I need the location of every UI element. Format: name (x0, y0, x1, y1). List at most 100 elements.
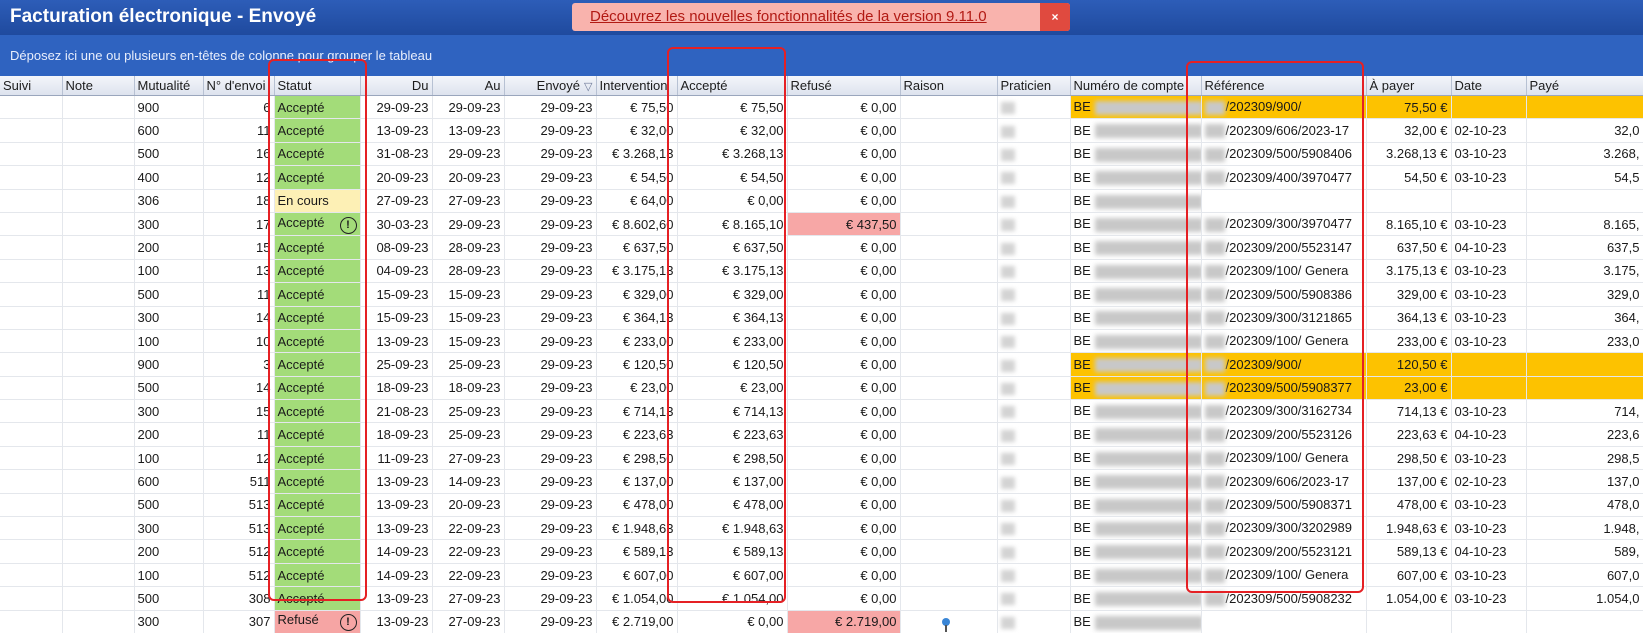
date-from-cell[interactable]: 08-09-23 (360, 235, 433, 260)
suivi-cell[interactable] (0, 212, 63, 237)
note-cell[interactable] (62, 516, 135, 541)
amount-to-pay-cell[interactable]: 364,13 € (1366, 306, 1452, 330)
praticien-cell[interactable] (997, 306, 1071, 330)
mutualite-cell[interactable]: 300 (134, 399, 204, 424)
praticien-cell[interactable] (997, 165, 1071, 190)
table-row[interactable]: 900 3 Accepté 25-09-23 25-09-23 29-09-23 € 120… (0, 352, 1643, 377)
note-cell[interactable] (62, 563, 135, 588)
date-to-cell[interactable]: 28-09-23 (432, 259, 505, 284)
suivi-cell[interactable] (0, 586, 63, 611)
intervention-cell[interactable]: € 223,63 (596, 422, 678, 447)
column-header[interactable]: Intervention (596, 76, 678, 96)
column-header[interactable]: Envoyé ▽ (504, 76, 597, 96)
intervention-cell[interactable]: € 8.602,60 (596, 212, 678, 237)
accepted-amount-cell[interactable]: € 32,00 (677, 118, 788, 143)
column-header[interactable]: N° d'envoi (203, 76, 275, 96)
note-cell[interactable] (62, 118, 135, 143)
group-by-area[interactable]: Déposez ici une ou plusieurs en-têtes de… (0, 35, 1643, 76)
amount-to-pay-cell[interactable]: 32,00 € (1366, 118, 1452, 143)
envoi-number-cell[interactable]: 511 (203, 469, 275, 494)
reason-cell[interactable] (900, 282, 998, 307)
column-header[interactable]: Statut (274, 76, 361, 96)
envoi-number-cell[interactable]: 11 (203, 422, 275, 447)
reference-cell[interactable]: /202309/300/3121865 (1201, 306, 1367, 330)
date-to-cell[interactable]: 13-09-23 (432, 118, 505, 143)
status-cell[interactable]: Accepté (274, 306, 361, 330)
paid-amount-cell[interactable]: 714, (1526, 399, 1643, 424)
payment-date-cell[interactable]: 03-10-23 (1451, 282, 1527, 307)
suivi-cell[interactable] (0, 95, 63, 120)
table-row[interactable]: 100 13 Accepté 04-09-23 28-09-23 29-09-23 € 3.… (0, 259, 1643, 284)
amount-to-pay-cell[interactable]: 3.268,13 € (1366, 142, 1452, 167)
reason-cell[interactable] (900, 235, 998, 260)
note-cell[interactable] (62, 539, 135, 564)
paid-amount-cell[interactable]: 298,5 (1526, 446, 1643, 471)
paid-amount-cell[interactable]: 8.165, (1526, 212, 1643, 237)
intervention-cell[interactable]: € 1.054,00 (596, 586, 678, 611)
intervention-cell[interactable]: € 478,00 (596, 493, 678, 518)
status-cell[interactable]: Accepté (274, 259, 361, 284)
note-cell[interactable] (62, 469, 135, 494)
account-number-cell[interactable]: BE (1070, 586, 1202, 611)
amount-to-pay-cell[interactable]: 23,00 € (1366, 376, 1452, 401)
mutualite-cell[interactable]: 500 (134, 586, 204, 611)
accepted-amount-cell[interactable]: € 1.948,63 (677, 516, 788, 541)
account-number-cell[interactable]: BE (1070, 235, 1202, 260)
accepted-amount-cell[interactable]: € 137,00 (677, 469, 788, 494)
date-to-cell[interactable]: 29-09-23 (432, 212, 505, 237)
amount-to-pay-cell[interactable]: 223,63 € (1366, 422, 1452, 447)
envoi-number-cell[interactable]: 13 (203, 259, 275, 284)
date-to-cell[interactable]: 29-09-23 (432, 142, 505, 167)
mutualite-cell[interactable]: 306 (134, 189, 204, 213)
reference-cell[interactable]: /202309/900/ (1201, 352, 1367, 377)
column-header[interactable]: Suivi (0, 76, 63, 96)
table-row[interactable]: 306 18 En cours 27-09-23 27-09-23 29-09-23 € 6… (0, 189, 1643, 213)
mutualite-cell[interactable]: 100 (134, 446, 204, 471)
date-from-cell[interactable]: 18-09-23 (360, 422, 433, 447)
envoi-number-cell[interactable]: 10 (203, 329, 275, 354)
banner-close-button[interactable]: × (1040, 3, 1070, 31)
intervention-cell[interactable]: € 2.719,00 (596, 610, 678, 633)
praticien-cell[interactable] (997, 329, 1071, 354)
refused-amount-cell[interactable]: € 0,00 (787, 306, 901, 330)
date-to-cell[interactable]: 22-09-23 (432, 516, 505, 541)
intervention-cell[interactable]: € 329,00 (596, 282, 678, 307)
envoi-number-cell[interactable]: 16 (203, 142, 275, 167)
envoi-number-cell[interactable]: 512 (203, 539, 275, 564)
mutualite-cell[interactable]: 300 (134, 610, 204, 633)
accepted-amount-cell[interactable]: € 233,00 (677, 329, 788, 354)
table-row[interactable]: 600 511 Accepté 13-09-23 14-09-23 29-09-23 € 1… (0, 469, 1643, 494)
payment-date-cell[interactable]: 02-10-23 (1451, 118, 1527, 143)
paid-amount-cell[interactable]: 607,0 (1526, 563, 1643, 588)
refused-amount-cell[interactable]: € 0,00 (787, 399, 901, 424)
sent-date-cell[interactable]: 29-09-23 (504, 306, 597, 330)
exclamation-circle-icon[interactable]: ! (339, 614, 357, 632)
suivi-cell[interactable] (0, 118, 63, 143)
payment-date-cell[interactable]: 04-10-23 (1451, 235, 1527, 260)
date-to-cell[interactable]: 27-09-23 (432, 586, 505, 611)
amount-to-pay-cell[interactable]: 589,13 € (1366, 539, 1452, 564)
praticien-cell[interactable] (997, 259, 1071, 284)
payment-date-cell[interactable]: 03-10-23 (1451, 306, 1527, 330)
paid-amount-cell[interactable]: 137,0 (1526, 469, 1643, 494)
intervention-cell[interactable]: € 364,13 (596, 306, 678, 330)
accepted-amount-cell[interactable]: € 23,00 (677, 376, 788, 401)
accepted-amount-cell[interactable]: € 75,50 (677, 95, 788, 120)
status-cell[interactable]: Refusé! (274, 610, 361, 633)
pin-icon[interactable] (941, 618, 950, 633)
note-cell[interactable] (62, 399, 135, 424)
praticien-cell[interactable] (997, 469, 1071, 494)
table-row[interactable]: 100 512 Accepté 14-09-23 22-09-23 29-09-23 € 6… (0, 563, 1643, 588)
reason-cell[interactable] (900, 118, 998, 143)
date-to-cell[interactable]: 15-09-23 (432, 329, 505, 354)
payment-date-cell[interactable]: 03-10-23 (1451, 142, 1527, 167)
accepted-amount-cell[interactable]: € 298,50 (677, 446, 788, 471)
suivi-cell[interactable] (0, 376, 63, 401)
column-header[interactable]: À payer (1366, 76, 1452, 96)
date-from-cell[interactable]: 21-08-23 (360, 399, 433, 424)
update-banner-link[interactable]: Découvrez les nouvelles fonctionnalités … (590, 8, 987, 25)
reference-cell[interactable]: /202309/500/5908377 (1201, 376, 1367, 401)
table-row[interactable]: 500 308 Accepté 13-09-23 27-09-23 29-09-23 € 1… (0, 586, 1643, 611)
date-from-cell[interactable]: 13-09-23 (360, 118, 433, 143)
mutualite-cell[interactable]: 900 (134, 95, 204, 120)
